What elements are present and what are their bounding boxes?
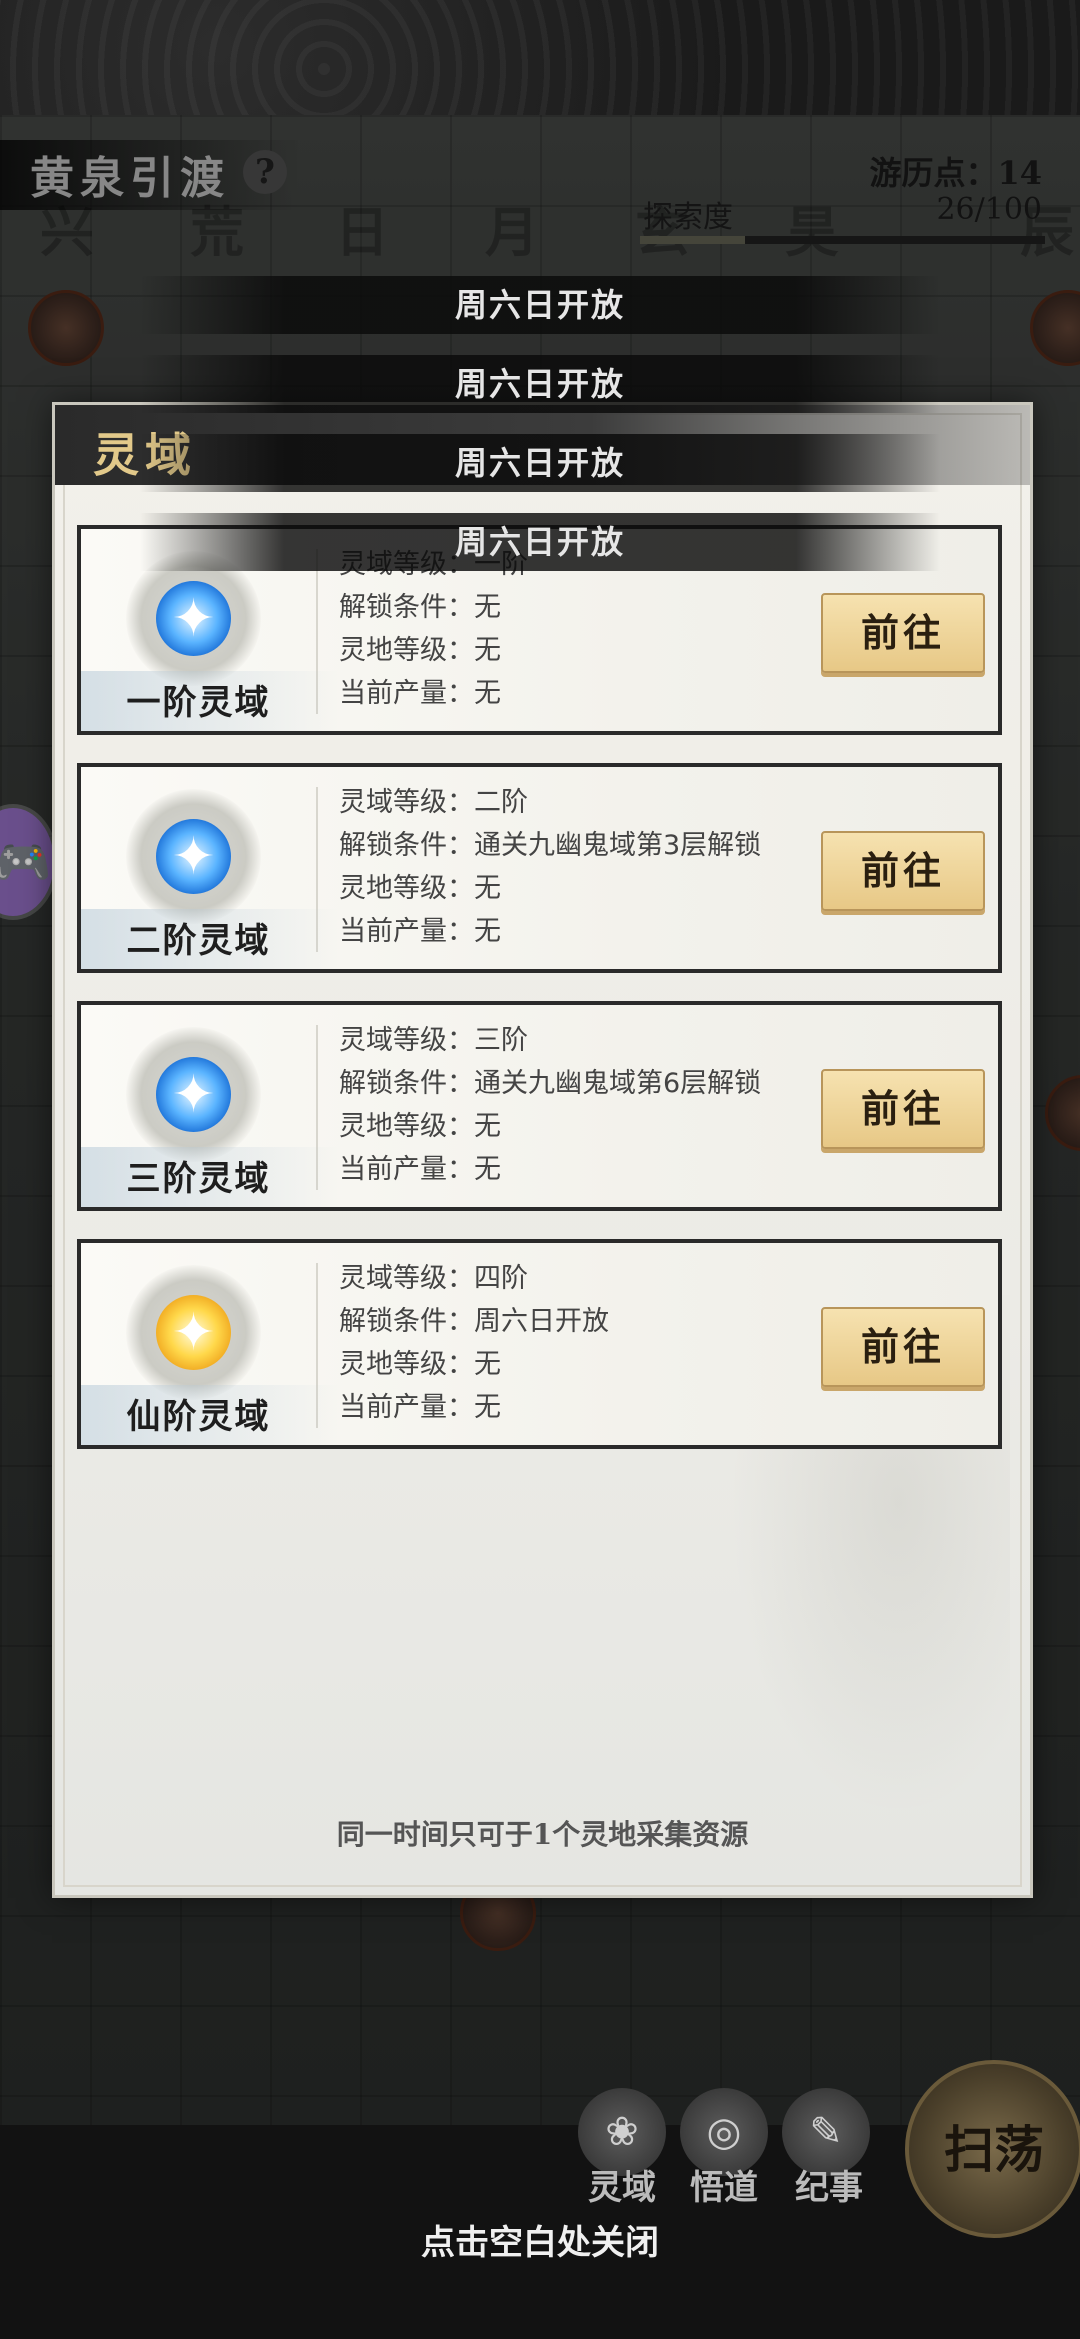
card-info: 灵域等级：二阶 解锁条件：通关九幽鬼域第3层解锁 灵地等级：无 当前产量：无 <box>339 781 799 953</box>
info-unlock: 解锁条件：周六日开放 <box>339 1306 609 1337</box>
card-info: 灵域等级：三阶 解锁条件：通关九幽鬼域第6层解锁 灵地等级：无 当前产量：无 <box>339 1019 799 1191</box>
crystal-icon: ✦ <box>126 551 261 686</box>
nav-wudao[interactable]: 悟道 <box>690 2160 758 2209</box>
gold-crystal-icon: ✦ <box>126 1265 261 1400</box>
toast-message: 周六日开放 <box>140 276 940 334</box>
info-land-level: 灵地等级：无 <box>339 635 501 666</box>
card-name: 二阶灵域 <box>126 921 271 961</box>
footer-note: 同一时间只可于1个灵地采集资源 <box>336 1818 749 1851</box>
go-button[interactable]: 前往 <box>821 831 985 911</box>
crystal-icon: ✦ <box>126 789 261 924</box>
top-decoration <box>0 0 1080 115</box>
divider <box>316 1025 318 1190</box>
info-output: 当前产量：无 <box>339 678 501 709</box>
toast-message: 周六日开放 <box>140 513 940 571</box>
info-output: 当前产量：无 <box>339 1154 501 1185</box>
close-hint[interactable]: 点击空白处关闭 <box>0 2215 1080 2264</box>
info-unlock: 解锁条件：无 <box>339 592 501 623</box>
info-land-level: 灵地等级：无 <box>339 873 501 904</box>
info-level: 灵域等级：二阶 <box>339 787 528 818</box>
lingyu-card: ✦ 三阶灵域 灵域等级：三阶 解锁条件：通关九幽鬼域第6层解锁 灵地等级：无 当… <box>77 1001 1002 1211</box>
card-name: 三阶灵域 <box>126 1159 271 1199</box>
go-button[interactable]: 前往 <box>821 593 985 673</box>
card-name: 仙阶灵域 <box>126 1397 271 1437</box>
card-info: 灵域等级：四阶 解锁条件：周六日开放 灵地等级：无 当前产量：无 <box>339 1257 799 1429</box>
lingyu-card: ✦ 二阶灵域 灵域等级：二阶 解锁条件：通关九幽鬼域第3层解锁 灵地等级：无 当… <box>77 763 1002 973</box>
info-output: 当前产量：无 <box>339 1392 501 1423</box>
go-button[interactable]: 前往 <box>821 1069 985 1149</box>
divider <box>316 549 318 714</box>
info-unlock: 解锁条件：通关九幽鬼域第3层解锁 <box>339 830 762 861</box>
card-name: 一阶灵域 <box>126 683 271 723</box>
lingyu-card: ✦ 仙阶灵域 灵域等级：四阶 解锁条件：周六日开放 灵地等级：无 当前产量：无 … <box>77 1239 1002 1449</box>
divider <box>316 787 318 952</box>
toast-message: 周六日开放 <box>140 434 940 492</box>
crystal-icon: ✦ <box>126 1027 261 1162</box>
nav-lingyu[interactable]: 灵域 <box>588 2160 656 2209</box>
go-button[interactable]: 前往 <box>821 1307 985 1387</box>
nav-jishi[interactable]: 纪事 <box>795 2160 863 2209</box>
lingyu-panel: 灵域 ✦ 一阶灵域 灵域等级：一阶 解锁条件：无 灵地等级：无 当前产量：无 前… <box>52 402 1033 1898</box>
toast-message: 周六日开放 <box>140 355 940 413</box>
info-land-level: 灵地等级：无 <box>339 1349 501 1380</box>
info-output: 当前产量：无 <box>339 916 501 947</box>
sweep-button[interactable]: 扫荡 <box>905 2060 1080 2238</box>
info-level: 灵域等级：三阶 <box>339 1025 528 1056</box>
info-unlock: 解锁条件：通关九幽鬼域第6层解锁 <box>339 1068 762 1099</box>
info-level: 灵域等级：四阶 <box>339 1263 528 1294</box>
info-land-level: 灵地等级：无 <box>339 1111 501 1142</box>
divider <box>316 1263 318 1428</box>
